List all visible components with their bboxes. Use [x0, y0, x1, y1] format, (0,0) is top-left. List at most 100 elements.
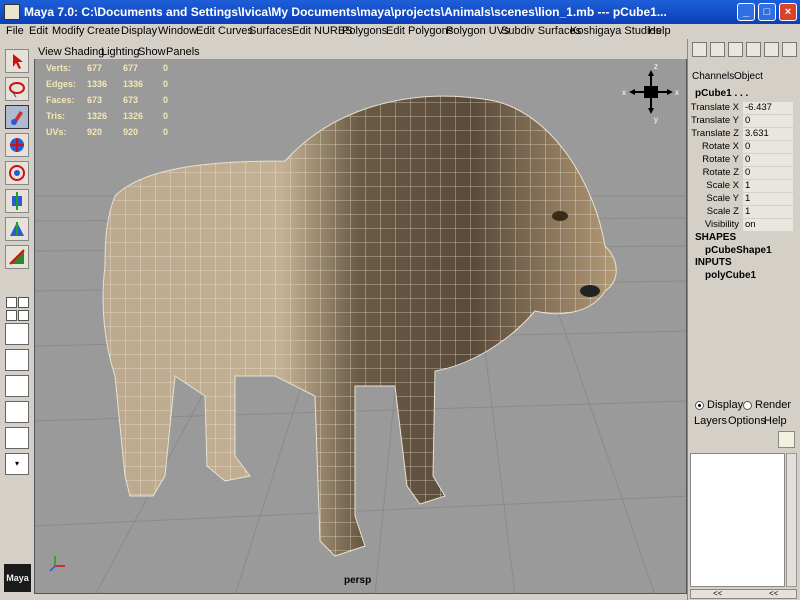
- layout-custom-icon[interactable]: [5, 427, 29, 449]
- scale-tool-icon[interactable]: [5, 189, 29, 213]
- attr-scale-z-value[interactable]: 1: [743, 206, 793, 218]
- attr-translate-y-label: Translate Y: [690, 115, 739, 126]
- attribute-editor-toggle-icon[interactable]: [710, 42, 725, 57]
- layer-nav-right[interactable]: <<: [769, 590, 778, 598]
- object-name[interactable]: pCube1 . . .: [695, 88, 748, 99]
- hud-faces-a: 673: [87, 95, 103, 105]
- attr-rotate-z-label: Rotate Z: [702, 167, 739, 178]
- attr-visibility-value[interactable]: on: [743, 219, 793, 231]
- layout-persp-outliner-icon[interactable]: [5, 323, 29, 345]
- minimize-button[interactable]: _: [737, 3, 755, 21]
- attr-rotate-x-label: Rotate X: [702, 141, 739, 152]
- side-by-side-layout-icon[interactable]: [6, 310, 17, 321]
- lasso-tool-icon[interactable]: [5, 77, 29, 101]
- viewport-menu-shading[interactable]: Shading: [64, 46, 104, 58]
- hud-uvs-a: 920: [87, 127, 103, 137]
- channels-tab[interactable]: Channels: [692, 71, 734, 82]
- inputs-header: INPUTS: [695, 257, 732, 268]
- layers-menu-layers[interactable]: Layers: [694, 415, 727, 427]
- display-layers-label: Display: [707, 399, 744, 411]
- input-node-name[interactable]: polyCube1: [705, 270, 756, 281]
- hud-verts-b: 677: [123, 63, 139, 73]
- view-axis-gizmo[interactable]: z x x y: [622, 62, 679, 124]
- close-button[interactable]: ×: [779, 3, 797, 21]
- menu-help[interactable]: Help: [648, 25, 671, 37]
- attr-scale-y-value[interactable]: 1: [743, 193, 793, 205]
- viewport-menu-panels[interactable]: Panels: [166, 46, 200, 58]
- layout-persp-graph-hypergraph-icon[interactable]: [5, 401, 29, 423]
- tool-settings-toggle-icon[interactable]: [728, 42, 743, 57]
- create-layer-icon[interactable]: [778, 431, 795, 448]
- hud-uvs-b: 920: [123, 127, 139, 137]
- display-layers-radio[interactable]: [695, 401, 704, 410]
- object-tab[interactable]: Object: [734, 71, 763, 82]
- attr-translate-y-value[interactable]: 0: [743, 115, 793, 127]
- layers-menu-help[interactable]: Help: [764, 415, 787, 427]
- shape-node-name[interactable]: pCubeShape1: [705, 245, 772, 256]
- top-bottom-layout-icon[interactable]: [18, 310, 29, 321]
- viewport-panel-menu: View Shading Lighting Show Panels: [34, 45, 687, 59]
- hud-faces-label: Faces:: [46, 95, 75, 105]
- attr-scale-x-value[interactable]: 1: [743, 180, 793, 192]
- menu-create[interactable]: Create: [87, 25, 120, 37]
- select-tool-icon[interactable]: [5, 49, 29, 73]
- viewport-menu-show[interactable]: Show: [138, 46, 166, 58]
- panel-options-icon[interactable]: [782, 42, 797, 57]
- render-layers-radio[interactable]: [743, 401, 752, 410]
- layout-persp-graph-icon[interactable]: [5, 349, 29, 371]
- perspective-viewport[interactable]: z x x y Verts: 677 677 0 Edges: 1336 133…: [34, 45, 687, 594]
- attr-scale-y-label: Scale Y: [706, 193, 739, 204]
- hud-edges-a: 1336: [87, 79, 108, 89]
- channel-box-toggle-icon[interactable]: [692, 42, 707, 57]
- gizmo-label-bottom: y: [654, 115, 658, 124]
- last-tool-icon[interactable]: [5, 245, 29, 269]
- menu-edit[interactable]: Edit: [29, 25, 48, 37]
- layer-nav-left[interactable]: <<: [713, 590, 722, 598]
- layout-hypershade-icon[interactable]: [5, 375, 29, 397]
- manipulator-tool-icon[interactable]: [5, 217, 29, 241]
- move-tool-icon[interactable]: [5, 133, 29, 157]
- menu-file[interactable]: File: [6, 25, 24, 37]
- viewport-menu-lighting[interactable]: Lighting: [101, 46, 140, 58]
- menu-modify[interactable]: Modify: [52, 25, 84, 37]
- maya-logo: Maya: [4, 564, 31, 592]
- layout-dropdown-arrow-icon[interactable]: ▾: [5, 453, 29, 475]
- four-pane-layout-icon[interactable]: [18, 297, 29, 308]
- menu-polygons[interactable]: Polygons: [342, 25, 387, 37]
- layers-menu-options[interactable]: Options: [728, 415, 766, 427]
- layer-list-scrollbar[interactable]: [786, 453, 797, 587]
- toolbox: ▾ Maya: [0, 39, 34, 600]
- channel-box-panel: Channels Object pCube1 . . . Translate X…: [687, 39, 800, 600]
- attr-rotate-x-value[interactable]: 0: [743, 141, 793, 153]
- channel-layer-toggle-icon[interactable]: [746, 42, 761, 57]
- paint-select-tool-icon[interactable]: [5, 105, 29, 129]
- layer-list[interactable]: [690, 453, 785, 587]
- attr-translate-x-value[interactable]: -6.437: [743, 102, 793, 114]
- gizmo-label-left: x: [622, 88, 626, 97]
- layer-editor-toggle-icon[interactable]: [764, 42, 779, 57]
- viewport-menu-view[interactable]: View: [38, 46, 62, 58]
- attr-translate-z-value[interactable]: 3.631: [743, 128, 793, 140]
- attr-rotate-y-value[interactable]: 0: [743, 154, 793, 166]
- menu-surfaces[interactable]: Surfaces: [249, 25, 292, 37]
- menu-window[interactable]: Window: [158, 25, 197, 37]
- maximize-button[interactable]: □: [758, 3, 776, 21]
- maya-app-icon[interactable]: [4, 4, 20, 20]
- shapes-header: SHAPES: [695, 232, 737, 243]
- lion-model[interactable]: [102, 95, 617, 557]
- hud-verts-c: 0: [163, 63, 169, 73]
- attr-rotate-z-value[interactable]: 0: [743, 167, 793, 179]
- menu-edit-curves[interactable]: Edit Curves: [196, 25, 253, 37]
- camera-name-label: persp: [344, 575, 372, 586]
- menu-display[interactable]: Display: [121, 25, 157, 37]
- single-pane-layout-icon[interactable]: [6, 297, 17, 308]
- channel-box: pCube1 . . . Translate X -6.437 Translat…: [690, 86, 797, 390]
- attr-scale-x-label: Scale X: [706, 180, 739, 191]
- render-layers-label: Render: [755, 399, 792, 411]
- attr-scale-z-label: Scale Z: [706, 206, 739, 217]
- menu-edit-polygons[interactable]: Edit Polygons: [386, 25, 453, 37]
- attr-translate-z-label: Translate Z: [691, 128, 739, 139]
- rotate-tool-icon[interactable]: [5, 161, 29, 185]
- hud-edges-b: 1336: [123, 79, 144, 89]
- hud-tris-b: 1326: [123, 111, 144, 121]
